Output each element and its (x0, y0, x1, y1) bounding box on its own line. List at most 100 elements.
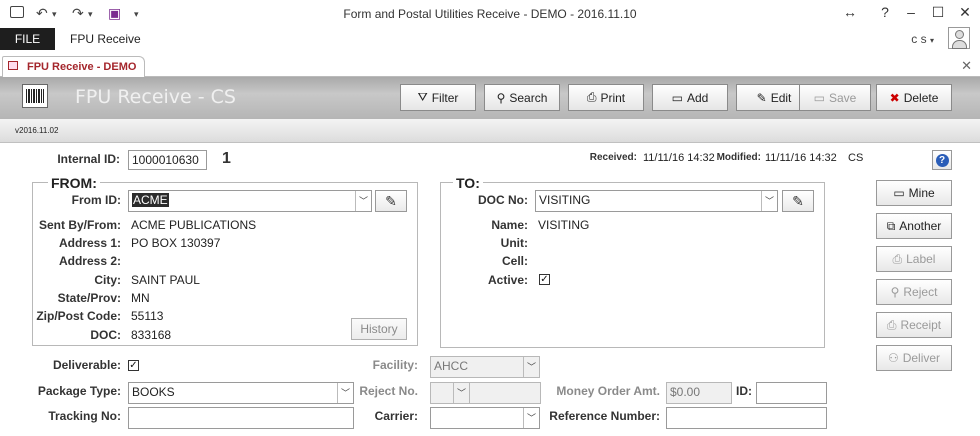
chevron-down-icon[interactable]: ﹀ (761, 191, 777, 211)
reject-no-combo[interactable]: ﹀ (430, 382, 470, 404)
chevron-down-icon[interactable]: ﹀ (453, 383, 469, 403)
deliver-label: Deliver (902, 351, 941, 365)
binoculars-icon: ⚲ (496, 90, 506, 105)
help-button[interactable]: ? (932, 150, 952, 170)
maximize-button[interactable]: ☐ (928, 4, 948, 21)
window-icon: ▭ (893, 186, 905, 200)
printer-icon: ⎙ (886, 317, 897, 332)
address1-value: PO BOX 130397 (131, 236, 221, 250)
doc-no-value: VISITING (539, 193, 591, 207)
add-button[interactable]: ▭ Add (652, 84, 728, 111)
filter-label: Filter (431, 90, 459, 105)
print-label: Print (600, 90, 626, 105)
zip-value: 55113 (131, 309, 164, 323)
state-value: MN (131, 291, 150, 305)
save-button[interactable]: ▭ Save (799, 84, 871, 111)
reject-button[interactable]: ⚲ Reject (876, 279, 952, 305)
help-circle-icon: ? (935, 153, 949, 167)
name-value: VISITING (538, 218, 590, 232)
deliver-button[interactable]: ⚇ Deliver (876, 345, 952, 371)
add-record-icon: ▭ (671, 90, 683, 105)
document-tab-label: FPU Receive - DEMO (27, 61, 137, 73)
search-label: Search (509, 90, 548, 105)
file-tab[interactable]: FILE (0, 28, 55, 50)
delete-button[interactable]: ✖ Delete (876, 84, 952, 111)
package-type-combo[interactable]: BOOKS ﹀ (128, 382, 354, 404)
document-tab[interactable]: FPU Receive - DEMO (2, 56, 146, 77)
window-title: Form and Postal Utilities Receive - DEMO… (343, 7, 637, 21)
label-button[interactable]: ⎙ Label (876, 246, 952, 272)
package-type-value: BOOKS (132, 385, 175, 399)
close-document-icon[interactable]: ✕ (961, 58, 972, 74)
doc-no-combo[interactable]: VISITING ﹀ (535, 190, 778, 212)
money-order-field[interactable]: $0.00 (666, 382, 732, 404)
delete-label: Delete (903, 90, 939, 105)
history-button[interactable]: History (351, 318, 407, 340)
edit-to-button[interactable]: ✎ (782, 190, 814, 212)
reject-no-field[interactable] (469, 382, 541, 404)
address1-label: Address 1: (58, 236, 121, 250)
filter-button[interactable]: ⛛ Filter (400, 84, 476, 111)
tracking-field[interactable] (128, 407, 354, 429)
version-band (0, 119, 980, 143)
help-icon[interactable]: ? (875, 4, 895, 20)
record-count: 1 (222, 150, 231, 167)
from-id-combo[interactable]: ACME ﹀ (128, 190, 372, 212)
received-label: Received: (589, 152, 637, 163)
chevron-down-icon[interactable]: ﹀ (523, 357, 539, 377)
received-value: 11/11/16 14:32 (643, 152, 715, 164)
deliverable-checkbox[interactable]: ✓ (128, 360, 139, 371)
facility-value: AHCC (434, 359, 469, 373)
sent-by-label: Sent By/From: (38, 218, 121, 232)
another-button[interactable]: ⧉ Another (876, 213, 952, 239)
name-label: Name: (491, 218, 528, 232)
version-label: v2016.11.02 (15, 126, 59, 135)
barcode-logo-icon (22, 84, 48, 108)
carrier-label: Carrier: (374, 409, 418, 423)
active-label: Active: (487, 273, 528, 287)
search-button[interactable]: ⚲ Search (484, 84, 560, 111)
resize-icon[interactable]: ↔ (840, 4, 860, 20)
doc-value: 833168 (131, 328, 172, 342)
delete-icon: ✖ (889, 90, 900, 105)
form-icon (8, 61, 18, 70)
sent-by-value: ACME PUBLICATIONS (131, 218, 257, 232)
magnifier-icon: ⚲ (890, 285, 900, 299)
reference-field[interactable] (666, 407, 827, 429)
minimize-button[interactable]: – (901, 4, 921, 20)
modified-by: CS (848, 152, 864, 164)
facility-combo[interactable]: AHCC ﹀ (430, 356, 540, 378)
from-id-value: ACME (132, 193, 169, 207)
tab-fpu-receive[interactable]: FPU Receive (70, 32, 141, 46)
mine-button[interactable]: ▭ Mine (876, 180, 952, 206)
avatar[interactable] (948, 27, 970, 49)
ribbon-bar (0, 28, 980, 50)
receipt-button[interactable]: ⎙ Receipt (876, 312, 952, 338)
pencil-icon: ✎ (756, 90, 767, 105)
reject-no-label: Reject No. (359, 384, 418, 398)
receipt-label: Receipt (900, 318, 942, 332)
close-button[interactable]: ✕ (955, 4, 975, 21)
active-checkbox[interactable]: ✓ (539, 274, 550, 285)
add-label: Add (686, 90, 709, 105)
address2-label: Address 2: (58, 254, 121, 268)
chevron-down-icon[interactable]: ﹀ (523, 408, 539, 428)
state-label: State/Prov: (57, 291, 121, 305)
save-label: Save (828, 90, 857, 105)
carrier-combo[interactable]: ﹀ (430, 407, 540, 429)
reject-label: Reject (903, 285, 938, 299)
internal-id-field[interactable]: 1000010630 (128, 150, 207, 170)
user-name[interactable]: c s ▾ (911, 32, 934, 46)
zip-label: Zip/Post Code: (36, 309, 121, 323)
chevron-down-icon: ▾ (929, 36, 934, 45)
from-heading: FROM: (48, 175, 100, 191)
print-button[interactable]: ⎙ Print (568, 84, 644, 111)
edit-from-button[interactable]: ✎ (375, 190, 407, 212)
tracking-label: Tracking No: (48, 409, 121, 423)
id-field[interactable] (756, 382, 827, 404)
label-label: Label (906, 252, 936, 266)
cell-label: Cell: (501, 254, 528, 268)
pencil-icon: ✎ (385, 192, 397, 209)
modified-value: 11/11/16 14:32 (765, 152, 837, 164)
chevron-down-icon[interactable]: ﹀ (355, 191, 371, 211)
